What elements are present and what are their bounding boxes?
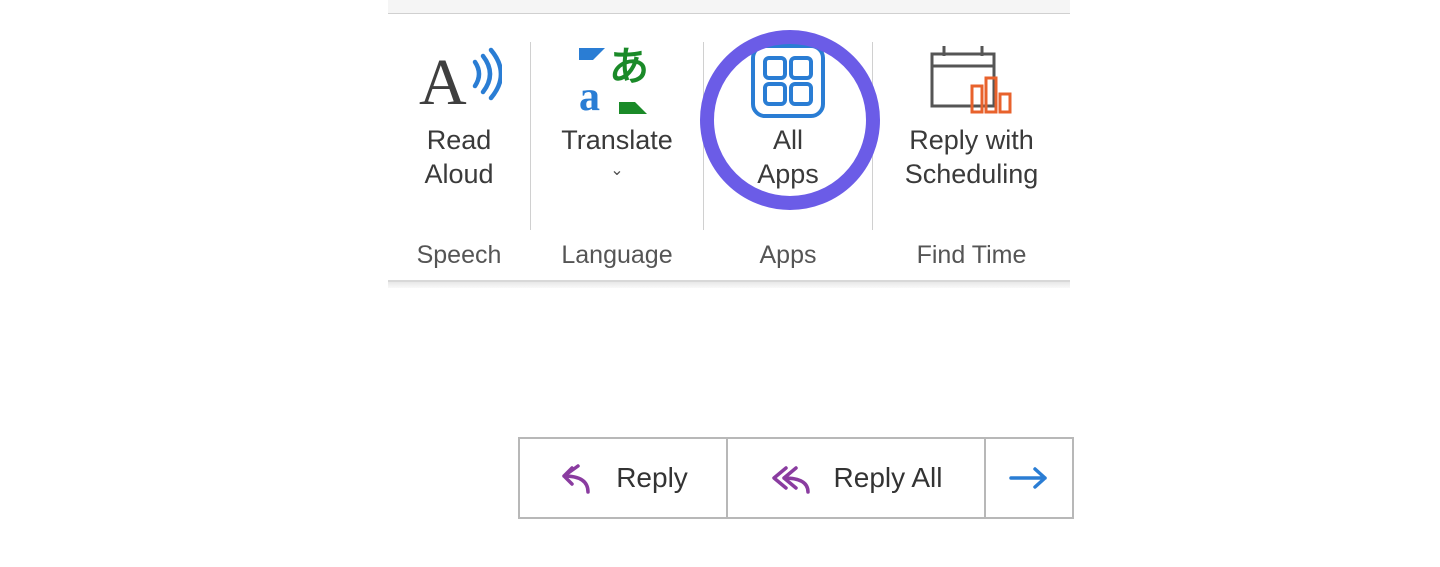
- reply-all-button[interactable]: Reply All: [726, 439, 984, 517]
- translate-button[interactable]: あ a Translate ⌄: [561, 38, 673, 180]
- scheduling-poll-icon: [926, 38, 1016, 124]
- reply-all-label: Reply All: [834, 462, 943, 494]
- ribbon-group-language: あ a Translate ⌄ Language: [531, 14, 703, 280]
- reply-with-scheduling-button[interactable]: Reply with Scheduling: [905, 38, 1039, 192]
- message-action-bar: Reply Reply All: [518, 437, 1074, 519]
- svg-text:A: A: [419, 46, 467, 118]
- reply-label: Reply: [616, 462, 688, 494]
- group-name-apps: Apps: [704, 241, 872, 270]
- reply-all-icon: [770, 458, 816, 498]
- translate-icon: あ a: [575, 38, 659, 124]
- ribbon-group-speech: A Read Aloud Speech: [388, 14, 530, 280]
- ribbon-bottom-shadow: [388, 282, 1070, 288]
- ribbon-top-border: [388, 0, 1070, 14]
- all-apps-button[interactable]: All Apps: [750, 38, 826, 192]
- svg-text:a: a: [579, 74, 600, 118]
- read-aloud-button[interactable]: A Read Aloud: [417, 38, 502, 192]
- read-aloud-label: Read Aloud: [424, 124, 493, 192]
- read-aloud-icon: A: [417, 38, 502, 124]
- svg-text:あ: あ: [609, 45, 649, 89]
- ribbon-main: A Read Aloud Speech あ a: [388, 14, 1070, 282]
- group-name-findtime: Find Time: [873, 241, 1070, 270]
- all-apps-icon: [750, 38, 826, 124]
- forward-button[interactable]: [984, 439, 1072, 517]
- ribbon-group-findtime: Reply with Scheduling Find Time: [873, 14, 1070, 280]
- reply-with-scheduling-label: Reply with Scheduling: [905, 124, 1039, 192]
- reply-button[interactable]: Reply: [520, 439, 726, 517]
- translate-label: Translate: [561, 124, 673, 158]
- ribbon-group-apps: All Apps Apps: [704, 14, 872, 280]
- ribbon-fragment: A Read Aloud Speech あ a: [388, 0, 1070, 288]
- group-name-speech: Speech: [388, 241, 530, 270]
- group-name-language: Language: [531, 241, 703, 270]
- reply-icon: [558, 458, 598, 498]
- forward-icon: [1007, 463, 1051, 493]
- chevron-down-icon: ⌄: [610, 160, 623, 180]
- all-apps-label: All Apps: [757, 124, 819, 192]
